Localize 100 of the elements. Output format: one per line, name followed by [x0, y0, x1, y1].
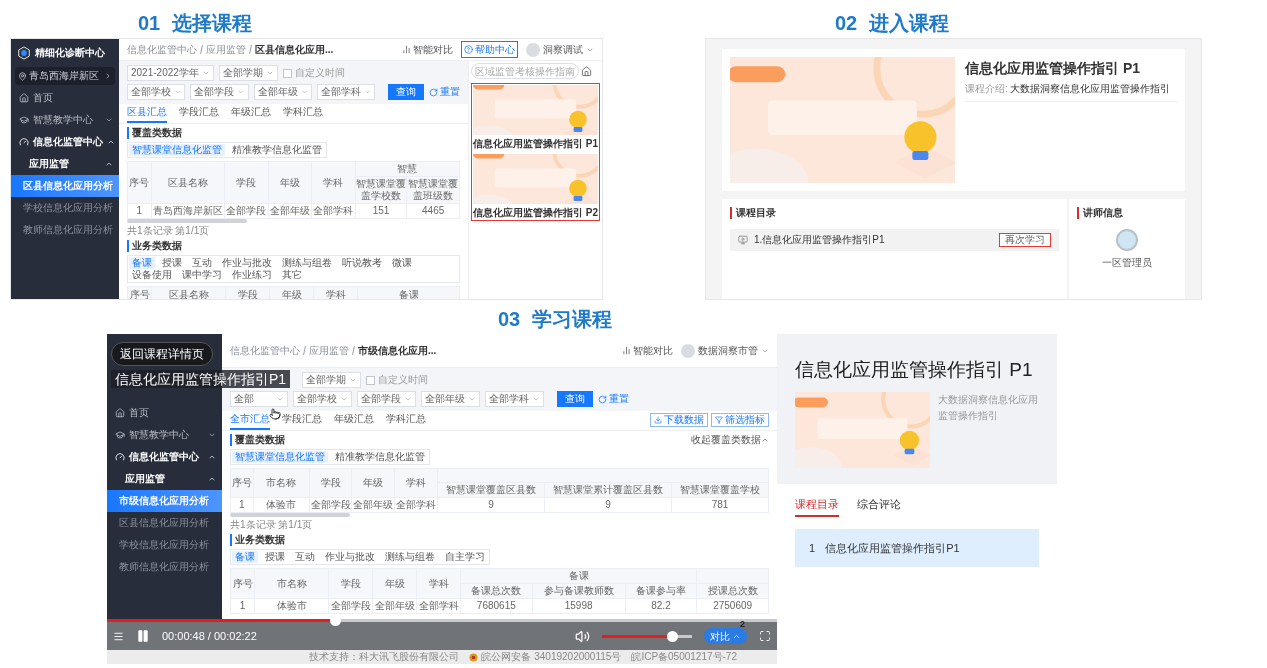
segment-tab[interactable]: 作业与批改 [322, 551, 378, 563]
section-title: 覆盖类数据 [230, 434, 285, 446]
breadcrumb-item[interactable]: 应用监管 [206, 42, 246, 57]
horizontal-scrollbar[interactable] [230, 513, 350, 517]
segment-tab[interactable]: 设备使用 [129, 269, 175, 281]
sidebar-item[interactable]: 学校信息化应用分析 [11, 197, 119, 219]
study-again-button[interactable]: 再次学习 [999, 233, 1051, 247]
app-title: 精细化诊断中心 [35, 47, 105, 59]
horizontal-scrollbar[interactable] [127, 219, 247, 223]
reset-link[interactable]: 重置 [598, 393, 629, 405]
volume-thumb[interactable] [667, 630, 679, 642]
table-cell: 1 [230, 497, 254, 513]
segment-tab[interactable]: 备课 [129, 257, 155, 269]
dropdown[interactable]: 全部 [230, 391, 288, 407]
sidebar-item[interactable]: 市级信息化应用分析 [107, 490, 222, 512]
lesson-title: 信息化应用监管操作指引P1 [825, 540, 960, 555]
dropdown[interactable]: 全部学科 [316, 84, 375, 100]
segment-tab[interactable]: 自主学习 [442, 551, 488, 563]
breadcrumb-item[interactable]: 应用监管 [309, 343, 349, 358]
sidebar-item[interactable]: 区县信息化应用分析 [11, 175, 119, 197]
tab[interactable]: 年级汇总 [334, 413, 374, 430]
dropdown[interactable]: 全部年级 [253, 84, 312, 100]
outline-button[interactable]: 筛选指标 [711, 413, 769, 427]
segment-tab[interactable]: 测练与组卷 [382, 551, 438, 563]
lecturer-name: 一区管理员 [1102, 257, 1152, 269]
chevron-up-icon [208, 475, 216, 483]
segment-tab[interactable]: 智慧课堂信息化监管 [129, 144, 225, 156]
column-header: 智慧课堂覆盖班级数 [406, 176, 460, 204]
tab[interactable]: 课程目录 [795, 496, 839, 517]
segment-tab[interactable]: 听说教考 [339, 257, 385, 269]
sidebar-item[interactable]: 信息化监管中心 [107, 446, 222, 468]
sidebar-item[interactable]: 首页 [11, 87, 119, 109]
sidebar-item[interactable]: 应用监管 [107, 468, 222, 490]
lesson-item[interactable]: 1 信息化应用监管操作指引P1 [795, 528, 1039, 567]
sidebar-item[interactable]: 信息化监管中心 [11, 131, 119, 153]
segment-tab[interactable]: 精准教学信息化监管 [229, 144, 325, 156]
dropdown[interactable]: 全部年级 [421, 391, 480, 407]
course-card[interactable]: 信息化应用监管操作指引 P1 [473, 85, 598, 150]
segment-tab[interactable]: 作业与批改 [219, 257, 275, 269]
chevron-down-icon [404, 395, 412, 403]
footer-text: 皖ICP备05001217号-72 [631, 651, 737, 663]
segment-tab[interactable]: 作业练习 [229, 269, 275, 281]
sidebar-item[interactable]: 智慧教学中心 [11, 109, 119, 131]
step-title: 选择课程 [172, 11, 253, 36]
sidebar-item[interactable]: 教师信息化应用分析 [107, 556, 222, 578]
table-cell: 781 [671, 497, 769, 513]
sidebar-item[interactable]: 智慧教学中心 [107, 424, 222, 446]
segment-tab[interactable]: 测练与组卷 [279, 257, 335, 269]
primary-button[interactable]: 查询 [557, 391, 593, 407]
tab[interactable]: 全市汇总 [230, 413, 270, 430]
segment-tab[interactable]: 精准教学信息化监管 [332, 451, 428, 463]
column-header: 序号 [230, 468, 254, 498]
help-link[interactable]: 帮助中心 [461, 41, 518, 58]
sidebar-item[interactable]: 应用监管 [11, 153, 119, 175]
tab[interactable]: 学段汇总 [282, 413, 322, 430]
sidebar-item[interactable]: 首页 [107, 402, 222, 424]
segment-tab[interactable]: 授课 [159, 257, 185, 269]
back-button[interactable]: 返回课程详情页 [111, 342, 213, 366]
dropdown[interactable]: 全部学期 [218, 65, 278, 81]
sidebar-item[interactable]: 区县信息化应用分析 [107, 512, 222, 534]
compare-link[interactable]: 智能对比 [402, 42, 453, 57]
breadcrumb-item[interactable]: 信息化监管中心 [230, 343, 300, 358]
segment-tab[interactable]: 课中学习 [179, 269, 225, 281]
segment-tab[interactable]: 其它 [279, 269, 305, 281]
dropdown[interactable]: 全部学段 [357, 391, 416, 407]
tab[interactable]: 年级汇总 [231, 106, 271, 123]
tab[interactable]: 学科汇总 [386, 413, 426, 430]
dropdown[interactable]: 全部学校 [293, 391, 352, 407]
segment-tab[interactable]: 智慧课堂信息化监管 [232, 451, 328, 463]
outline-button[interactable]: 下载数据 [650, 413, 708, 427]
table-cell: 体验市 [253, 497, 310, 513]
dropdown[interactable]: 全部学段 [190, 84, 249, 100]
play-pause-button[interactable] [136, 629, 150, 643]
dropdown[interactable]: 全部学科 [485, 391, 544, 407]
tab[interactable]: 综合评论 [857, 496, 901, 517]
reset-link[interactable]: 重置 [429, 86, 460, 98]
intro-label: 课程介绍: [965, 83, 1008, 95]
collapse-link[interactable]: 收起覆盖类数据 [691, 434, 769, 446]
segment-tab[interactable]: 授课 [262, 551, 288, 563]
segment-tab[interactable]: 备课 [232, 551, 258, 563]
tab[interactable]: 区县汇总 [127, 106, 167, 123]
primary-button[interactable]: 查询 [388, 84, 424, 100]
segment-tab[interactable]: 微课 [389, 257, 415, 269]
dropdown[interactable]: 全部学期 [302, 372, 361, 388]
segment-tab[interactable]: 互动 [189, 257, 215, 269]
course-card[interactable]: 信息化应用监管操作指引 P2 [473, 154, 598, 219]
dropdown[interactable]: 全部学校 [127, 84, 186, 100]
sidebar-item[interactable]: 学校信息化应用分析 [107, 534, 222, 556]
tab[interactable]: 学科汇总 [283, 106, 323, 123]
tab[interactable]: 学段汇总 [179, 106, 219, 123]
section-title: 业务类数据 [127, 240, 182, 252]
breadcrumb-item[interactable]: 信息化监管中心 [127, 42, 197, 57]
column-header: 学段 [225, 286, 270, 299]
search-field[interactable]: 区域监管考核操作指南 [471, 63, 579, 79]
segment-tab[interactable]: 互动 [292, 551, 318, 563]
region-selector[interactable]: 青岛西海岸新区 [15, 67, 115, 85]
dropdown[interactable]: 2021-2022学年 [127, 65, 214, 81]
table-cell: 体验市 [254, 598, 329, 614]
compare-link[interactable]: 智能对比 [622, 343, 673, 358]
sidebar-item[interactable]: 教师信息化应用分析 [11, 219, 119, 241]
